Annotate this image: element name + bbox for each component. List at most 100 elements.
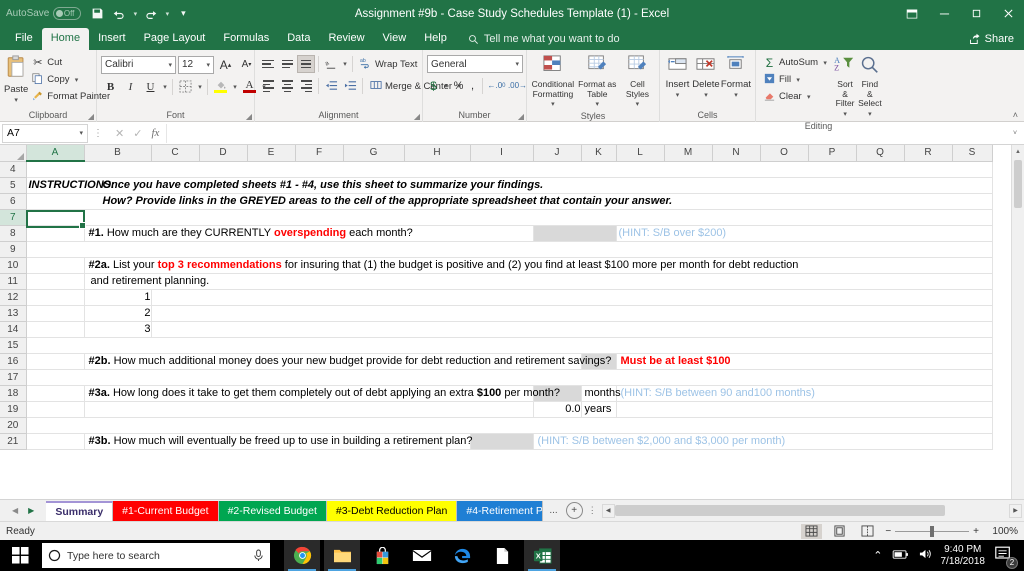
- horizontal-scroll-thumb[interactable]: [614, 505, 945, 516]
- redo-icon[interactable]: [141, 4, 161, 24]
- row-header-18[interactable]: 18: [0, 385, 27, 402]
- paste-dropdown-icon[interactable]: ▾: [12, 95, 20, 106]
- tab-view[interactable]: View: [374, 28, 416, 50]
- column-header-c[interactable]: C: [151, 145, 200, 162]
- name-box[interactable]: A7 ▾: [2, 123, 88, 143]
- wrap-text-button[interactable]: ab Wrap Text: [356, 56, 420, 73]
- cell-b14[interactable]: 3: [84, 321, 152, 338]
- cell-b10[interactable]: #2a. List your top 3 recommendations for…: [84, 257, 993, 274]
- tab-data[interactable]: Data: [278, 28, 319, 50]
- column-header-p[interactable]: P: [808, 145, 857, 162]
- page-layout-view-button[interactable]: [829, 524, 850, 539]
- row-header-16[interactable]: 16: [0, 353, 27, 370]
- row-header-10[interactable]: 10: [0, 257, 27, 274]
- tab-insert[interactable]: Insert: [89, 28, 135, 50]
- file-explorer-icon[interactable]: [324, 540, 360, 571]
- find-select-button[interactable]: Find & Select ▾: [858, 53, 882, 120]
- find-select-dropdown-icon[interactable]: ▾: [866, 109, 874, 120]
- start-button[interactable]: [0, 540, 40, 571]
- column-header-g[interactable]: G: [343, 145, 405, 162]
- cell-row-12-rest[interactable]: [151, 289, 993, 306]
- share-button[interactable]: Share: [969, 33, 1024, 50]
- italic-button[interactable]: I: [121, 77, 140, 96]
- format-cells-button[interactable]: Format ▾: [721, 53, 751, 101]
- clipboard-dialog-launcher[interactable]: ◢: [88, 112, 94, 121]
- align-center-button[interactable]: [278, 77, 296, 95]
- cell-row-4[interactable]: [26, 161, 993, 178]
- cell-a19[interactable]: [26, 401, 85, 418]
- tab-file[interactable]: File: [6, 28, 42, 50]
- cell-b21[interactable]: #3b. How much will eventually be freed u…: [84, 433, 473, 450]
- row-header-21[interactable]: 21: [0, 433, 27, 450]
- row-header-11[interactable]: 11: [0, 273, 27, 290]
- format-as-table-button[interactable]: Format as Table ▾: [578, 53, 617, 110]
- cell-answer-q1[interactable]: [533, 225, 617, 242]
- cell-row-20[interactable]: [26, 417, 993, 434]
- align-bottom-button[interactable]: [297, 55, 315, 73]
- action-center-button[interactable]: 2: [994, 545, 1018, 569]
- cell-row-17[interactable]: [26, 369, 993, 386]
- cell-b8[interactable]: #1. How much are they CURRENTLY overspen…: [84, 225, 534, 242]
- sort-filter-button[interactable]: AZ Sort & Filter ▾: [834, 53, 856, 120]
- zoom-track[interactable]: [895, 525, 970, 537]
- underline-button[interactable]: U: [141, 77, 160, 96]
- column-header-e[interactable]: E: [247, 145, 296, 162]
- ribbon-display-options-button[interactable]: [896, 0, 928, 27]
- column-header-d[interactable]: D: [199, 145, 248, 162]
- row-header-7[interactable]: 7: [0, 209, 27, 226]
- cell-row-13-rest[interactable]: [151, 305, 993, 322]
- cell-l18[interactable]: (HINT: S/B between 90 and100 months): [616, 385, 993, 402]
- cancel-entry-icon[interactable]: ✕: [115, 127, 124, 140]
- number-format-combo[interactable]: General ▾: [427, 55, 523, 73]
- horizontal-scroll-track[interactable]: [614, 504, 1009, 517]
- cell-b16[interactable]: #2b. How much additional money does your…: [84, 353, 611, 370]
- cell-a12[interactable]: [26, 289, 85, 306]
- cell-a21[interactable]: [26, 433, 85, 450]
- microsoft-store-icon[interactable]: [364, 540, 400, 571]
- tab-bar-splitter[interactable]: ⋮: [583, 505, 602, 516]
- tab-page-layout[interactable]: Page Layout: [135, 28, 215, 50]
- excel-icon[interactable]: X: [524, 540, 560, 571]
- number-format-dropdown-icon[interactable]: ▾: [515, 60, 519, 68]
- collapse-ribbon-button[interactable]: ˄: [1013, 110, 1018, 120]
- increase-indent-button[interactable]: [341, 77, 359, 95]
- zoom-out-button[interactable]: −: [885, 526, 891, 537]
- row-header-8[interactable]: 8: [0, 225, 27, 242]
- orientation-button[interactable]: a: [322, 55, 340, 73]
- close-button[interactable]: [992, 0, 1024, 27]
- column-header-h[interactable]: H: [404, 145, 471, 162]
- cell-row-15[interactable]: [26, 337, 993, 354]
- paste-button[interactable]: Paste ▾: [4, 53, 28, 106]
- cell-l8[interactable]: (HINT: S/B over $200): [616, 225, 993, 242]
- row-header-19[interactable]: 19: [0, 401, 27, 418]
- undo-icon[interactable]: [109, 4, 129, 24]
- spreadsheet-grid[interactable]: A B C D E F G H I J K L M N O P Q R S 4 …: [0, 145, 1024, 499]
- cell-styles-dropdown-icon[interactable]: ▾: [633, 99, 641, 110]
- row-header-5[interactable]: 5: [0, 177, 27, 194]
- document-icon[interactable]: [484, 540, 520, 571]
- number-dialog-launcher[interactable]: ◢: [518, 112, 524, 121]
- column-header-q[interactable]: Q: [856, 145, 905, 162]
- borders-dropdown-icon[interactable]: ▾: [196, 83, 204, 91]
- font-dialog-launcher[interactable]: ◢: [246, 112, 252, 121]
- column-header-o[interactable]: O: [760, 145, 809, 162]
- font-size-dropdown-icon[interactable]: ▾: [206, 61, 210, 69]
- tab-review[interactable]: Review: [319, 28, 373, 50]
- previous-sheet-button[interactable]: ◀: [12, 506, 18, 515]
- fill-color-button[interactable]: [211, 77, 230, 96]
- autosum-button[interactable]: Σ AutoSum ▾: [760, 54, 832, 71]
- insert-function-icon[interactable]: fx: [151, 127, 159, 139]
- fill-color-dropdown-icon[interactable]: ▾: [231, 83, 239, 91]
- cell-a18[interactable]: [26, 385, 85, 402]
- battery-icon[interactable]: [892, 549, 909, 563]
- column-header-l[interactable]: L: [616, 145, 665, 162]
- autosum-dropdown-icon[interactable]: ▾: [821, 59, 829, 67]
- row-header-9[interactable]: 9: [0, 241, 27, 258]
- redo-dropdown-icon[interactable]: ▾: [163, 10, 171, 18]
- tab-home[interactable]: Home: [41, 28, 90, 50]
- cell-row-19-rest[interactable]: [616, 401, 993, 418]
- row-header-12[interactable]: 12: [0, 289, 27, 306]
- increase-font-size-button[interactable]: A ▴: [216, 55, 235, 74]
- vertical-scroll-thumb[interactable]: [1014, 160, 1022, 208]
- cell-a11[interactable]: [26, 273, 85, 290]
